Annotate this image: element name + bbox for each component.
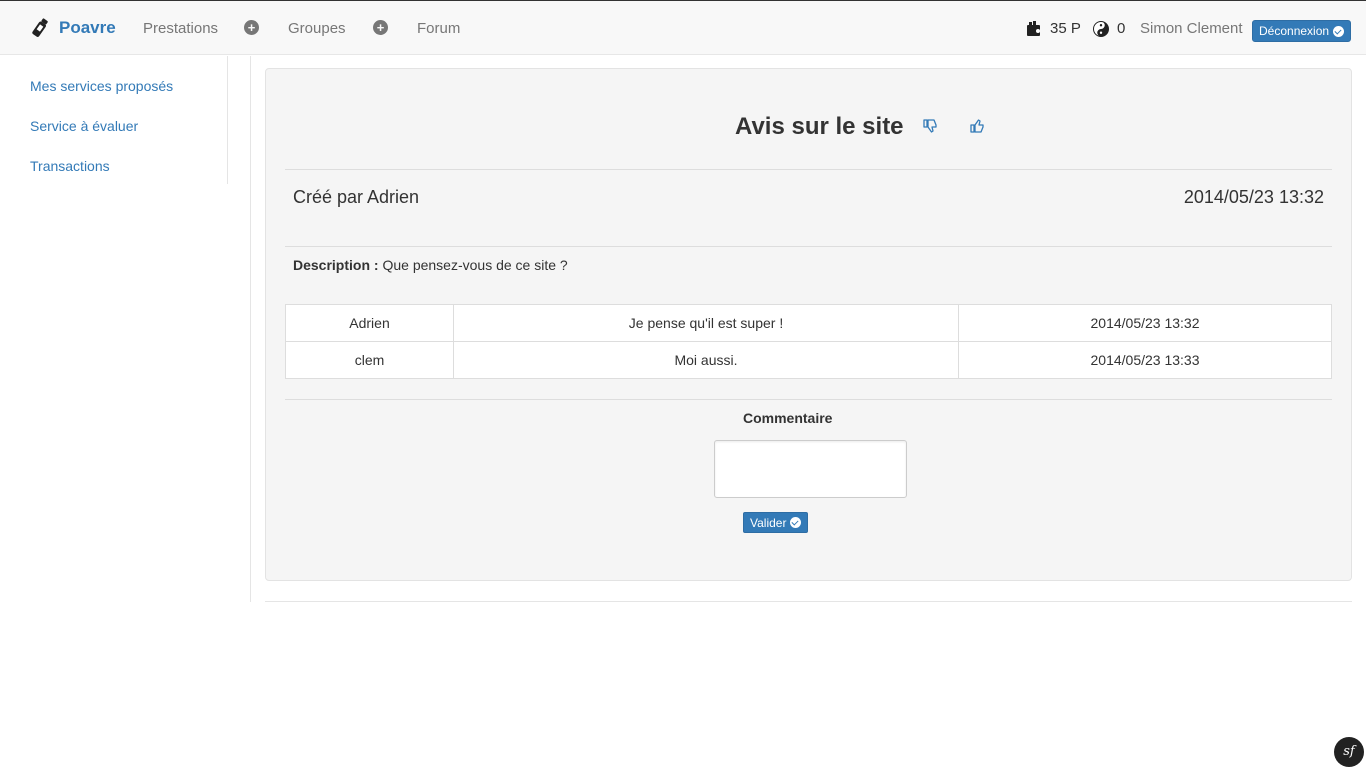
comment-author: clem xyxy=(285,341,454,379)
points-display: 35 P xyxy=(1026,20,1081,37)
comment-author: Adrien xyxy=(285,304,454,342)
symfony-toolbar-icon[interactable]: sf xyxy=(1334,737,1364,767)
created-date: 2014/05/23 13:32 xyxy=(1183,187,1324,207)
brand-label: Poavre xyxy=(59,18,116,37)
divider xyxy=(285,399,1332,400)
brand-link[interactable]: Poavre xyxy=(28,16,116,40)
submit-button[interactable]: Valider xyxy=(743,512,809,533)
logout-button[interactable]: Déconnexion xyxy=(1252,20,1352,42)
sidebar-item-transactions[interactable]: Transactions xyxy=(30,158,110,174)
divider xyxy=(285,169,1332,170)
comment-textarea[interactable] xyxy=(714,440,907,498)
points-value: 35 P xyxy=(1050,20,1081,37)
sidebar-item-service-a-evaluer[interactable]: Service à évaluer xyxy=(30,118,138,134)
karma-value: 0 xyxy=(1117,20,1126,37)
check-circle-icon xyxy=(790,517,802,528)
karma-display: 0 xyxy=(1093,20,1125,37)
symfony-badge-label: sf xyxy=(1343,744,1355,759)
comment-date: 2014/05/23 13:33 xyxy=(958,341,1332,379)
sidebar: Mes services proposés Service à évaluer … xyxy=(0,56,228,184)
description-text: Que pensez-vous de ce site ? xyxy=(382,257,568,273)
content-divider xyxy=(250,56,251,602)
comment-text: Je pense qu'il est super ! xyxy=(453,304,959,342)
username-link[interactable]: Simon Clement xyxy=(1140,20,1243,37)
sidebar-item-services-proposes[interactable]: Mes services proposés xyxy=(30,78,173,94)
comment-date: 2014/05/23 13:32 xyxy=(958,304,1332,342)
page-title: Avis sur le site xyxy=(735,113,904,140)
check-circle-icon xyxy=(1333,25,1345,37)
pepper-mill-icon xyxy=(32,18,48,37)
nav-prestations[interactable]: Prestations xyxy=(143,20,218,37)
yin-yang-icon xyxy=(1093,20,1109,37)
table-row: Adrien Je pense qu'il est super ! 2014/0… xyxy=(285,304,1332,342)
divider xyxy=(285,246,1332,247)
nav-forum[interactable]: Forum xyxy=(417,20,460,37)
description-label: Description : xyxy=(293,257,379,273)
description: Description : Que pensez-vous de ce site… xyxy=(293,257,568,273)
footer-divider xyxy=(265,601,1352,602)
add-prestation-icon[interactable]: + xyxy=(244,20,259,35)
nav-groupes[interactable]: Groupes xyxy=(288,20,346,37)
logout-label: Déconnexion xyxy=(1259,24,1330,38)
comment-text: Moi aussi. xyxy=(453,341,959,379)
created-by: Créé par Adrien xyxy=(293,187,420,207)
comment-label: Commentaire xyxy=(743,410,833,426)
table-row: clem Moi aussi. 2014/05/23 13:33 xyxy=(285,341,1332,379)
submit-label: Valider xyxy=(750,515,787,530)
add-groupe-icon[interactable]: + xyxy=(373,20,388,35)
comments-table: Adrien Je pense qu'il est super ! 2014/0… xyxy=(285,304,1332,379)
thumbs-down-icon[interactable] xyxy=(922,118,938,134)
navbar: Poavre Prestations + Groupes + Forum 35 … xyxy=(0,0,1366,55)
wallet-icon xyxy=(1027,20,1040,36)
thumbs-up-icon[interactable] xyxy=(969,118,985,134)
